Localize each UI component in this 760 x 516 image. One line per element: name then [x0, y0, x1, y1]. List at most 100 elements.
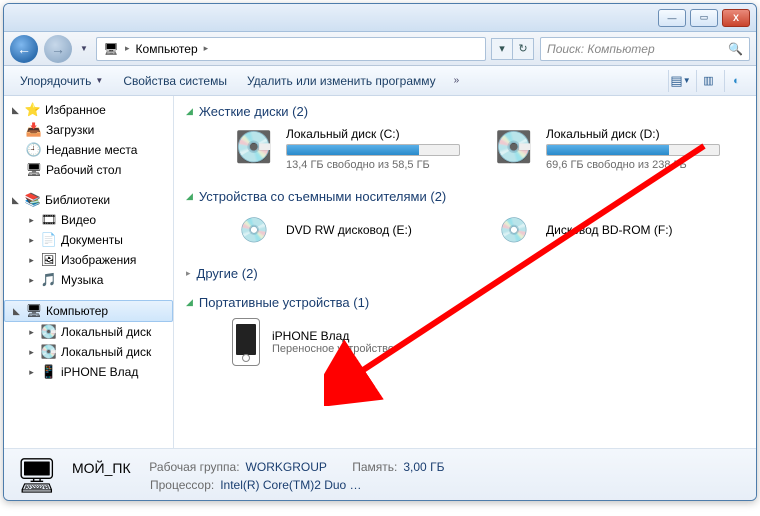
back-button[interactable]: ← — [10, 35, 38, 63]
capacity-bar — [546, 144, 720, 156]
tree-drive-c[interactable]: ▸💽Локальный диск — [4, 322, 173, 342]
section-title: Жесткие диски (2) — [199, 104, 308, 119]
minimize-button[interactable]: — — [658, 9, 686, 27]
view-options-button[interactable]: ▤ ▼ — [668, 70, 692, 92]
tree-label: Видео — [61, 213, 96, 227]
section-portable[interactable]: ◢ Портативные устройства (1) — [186, 291, 744, 314]
maximize-button[interactable]: ▭ — [690, 9, 718, 27]
system-properties-button[interactable]: Свойства системы — [115, 70, 235, 92]
video-icon: 🎞 — [41, 212, 57, 228]
drive-name: Локальный диск (D:) — [546, 127, 732, 141]
forward-button[interactable]: → — [44, 35, 72, 63]
tree-label: Избранное — [45, 103, 106, 117]
organize-label: Упорядочить — [20, 74, 91, 88]
close-button[interactable]: X — [722, 9, 750, 27]
drive-icon: 💽 — [41, 324, 57, 340]
arrow-left-icon: ← — [17, 41, 31, 57]
computer-icon: 🖥 — [26, 303, 42, 319]
memory-value: 3,00 ГБ — [403, 460, 444, 476]
more-commands-button[interactable]: » — [448, 75, 466, 86]
tree-drive-d[interactable]: ▸💽Локальный диск — [4, 342, 173, 362]
section-other[interactable]: ▸ Другие (2) — [186, 262, 744, 285]
search-placeholder: Поиск: Компьютер — [547, 42, 655, 56]
drive-icon: 💽 — [232, 127, 276, 167]
collapse-icon: ◣ — [10, 105, 21, 116]
address-bar[interactable]: 🖥 ▸ Компьютер ▸ — [96, 37, 486, 61]
tree-favorites[interactable]: ◣ ⭐ Избранное — [4, 100, 173, 120]
tree-music[interactable]: ▸🎵Музыка — [4, 270, 173, 290]
tree-label: Локальный диск — [61, 345, 151, 359]
music-icon: 🎵 — [41, 272, 57, 288]
free-space-label: 13,4 ГБ свободно из 58,5 ГБ — [286, 159, 472, 171]
tree-label: Библиотеки — [45, 193, 110, 207]
drive-bd[interactable]: 💿 Дисковод BD-ROM (F:) — [492, 212, 732, 248]
bd-drive-icon: 💿 — [492, 212, 536, 248]
computer-icon: 🖥 — [14, 455, 60, 497]
drive-name: DVD RW дисковод (E:) — [286, 223, 412, 237]
history-dropdown[interactable]: ▼ — [78, 41, 90, 57]
drive-d[interactable]: 💽 Локальный диск (D:) 69,6 ГБ свободно и… — [492, 127, 732, 171]
downloads-icon: 📥 — [26, 122, 42, 138]
tree-computer[interactable]: ◣ 🖥 Компьютер — [4, 300, 173, 322]
section-title: Другие (2) — [197, 266, 258, 281]
section-hard-drives[interactable]: ◢ Жесткие диски (2) — [186, 100, 744, 123]
search-input[interactable]: Поиск: Компьютер 🔍 — [540, 37, 750, 61]
help-button[interactable]: ◐ — [724, 70, 748, 92]
documents-icon: 📄 — [41, 232, 57, 248]
drive-dvd[interactable]: 💿 DVD RW дисковод (E:) — [232, 212, 472, 248]
star-icon: ⭐ — [25, 102, 41, 118]
uninstall-program-button[interactable]: Удалить или изменить программу — [239, 70, 444, 92]
tree-label: Недавние места — [46, 143, 137, 157]
details-pane: 🖥 МОЙ_ПК Рабочая группа: WORKGROUP Памят… — [4, 448, 756, 501]
tree-pictures[interactable]: ▸🖼Изображения — [4, 250, 173, 270]
drive-icon: 💽 — [492, 127, 536, 167]
tree-label: Рабочий стол — [46, 163, 121, 177]
tree-iphone[interactable]: ▸📱iPHONE Влад — [4, 362, 173, 382]
organize-button[interactable]: Упорядочить ▼ — [12, 70, 111, 92]
computer-name: МОЙ_ПК — [72, 460, 131, 476]
preview-pane-button[interactable]: ▥ — [696, 70, 720, 92]
drive-icon: 💽 — [41, 344, 57, 360]
collapse-icon: ◢ — [186, 191, 193, 202]
title-bar: — ▭ X — [4, 4, 756, 32]
tree-label: Изображения — [61, 253, 136, 267]
section-title: Портативные устройства (1) — [199, 295, 369, 310]
expand-icon: ▸ — [186, 268, 191, 279]
tree-desktop[interactable]: 🖥 Рабочий стол — [4, 160, 173, 180]
workgroup-label: Рабочая группа: — [149, 460, 239, 476]
device-subtitle: Переносное устройство — [272, 343, 394, 355]
address-tools: ▾ ↻ — [492, 38, 534, 60]
pictures-icon: 🖼 — [41, 252, 57, 268]
memory-label: Память: — [352, 460, 397, 476]
collapse-icon: ◢ — [186, 297, 193, 308]
collapse-icon: ◣ — [11, 306, 22, 317]
libraries-icon: 📚 — [25, 192, 41, 208]
capacity-bar — [286, 144, 460, 156]
search-icon: 🔍 — [728, 42, 743, 56]
command-bar: Упорядочить ▼ Свойства системы Удалить и… — [4, 66, 756, 96]
tree-label: Компьютер — [46, 304, 108, 318]
refresh-button[interactable]: ↻ — [512, 38, 534, 60]
tree-videos[interactable]: ▸🎞Видео — [4, 210, 173, 230]
tree-label: Музыка — [61, 273, 103, 287]
cpu-label: Процессор: — [150, 478, 214, 492]
breadcrumb[interactable]: Компьютер — [136, 42, 198, 56]
content-pane: ◢ Жесткие диски (2) 💽 Локальный диск (C:… — [174, 96, 756, 448]
tree-recent[interactable]: 🕘Недавние места — [4, 140, 173, 160]
device-iphone[interactable]: iPHONE Влад Переносное устройство — [186, 314, 744, 374]
drive-name: Локальный диск (C:) — [286, 127, 472, 141]
device-name: iPHONE Влад — [272, 329, 394, 343]
cpu-value: Intel(R) Core(TM)2 Duo … — [220, 478, 361, 492]
section-removable[interactable]: ◢ Устройства со съемными носителями (2) — [186, 185, 744, 208]
body: ◣ ⭐ Избранное 📥Загрузки 🕘Недавние места … — [4, 96, 756, 448]
phone-icon: 📱 — [41, 364, 57, 380]
desktop-icon: 🖥 — [26, 162, 42, 178]
tree-label: Загрузки — [46, 123, 94, 137]
tree-documents[interactable]: ▸📄Документы — [4, 230, 173, 250]
iphone-icon — [232, 318, 260, 366]
address-dropdown[interactable]: ▾ — [491, 38, 513, 60]
tree-libraries[interactable]: ◣ 📚 Библиотеки — [4, 190, 173, 210]
tree-downloads[interactable]: 📥 Загрузки — [4, 120, 173, 140]
collapse-icon: ◣ — [10, 195, 21, 206]
drive-c[interactable]: 💽 Локальный диск (C:) 13,4 ГБ свободно и… — [232, 127, 472, 171]
